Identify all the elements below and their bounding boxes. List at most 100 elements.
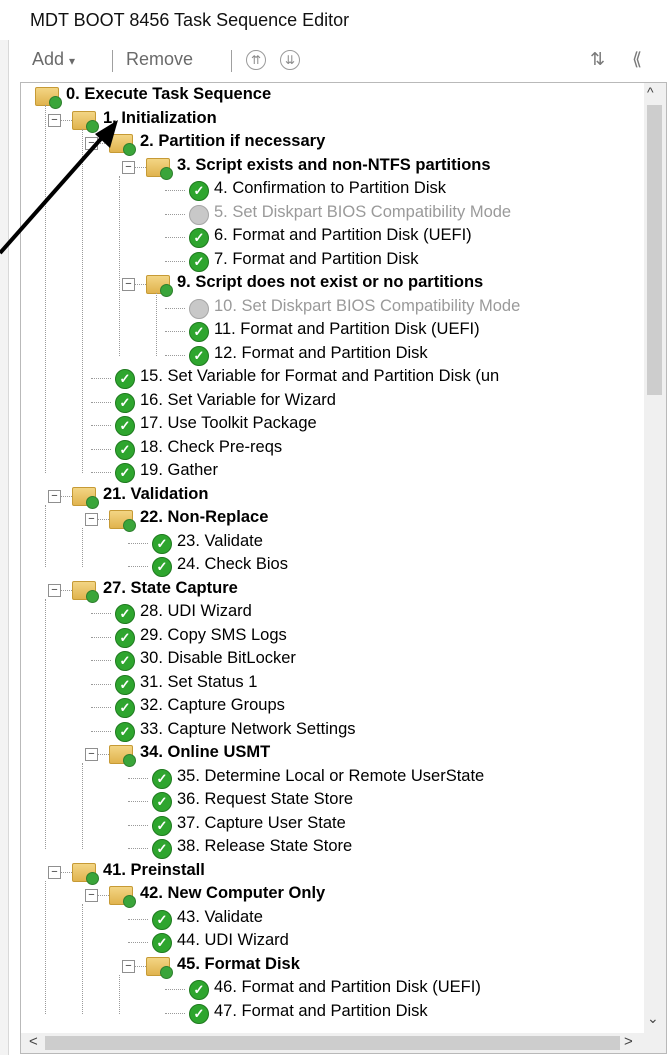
- tree-folder-item[interactable]: − 22. Non-Replace: [21, 508, 643, 532]
- collapse-toggle-icon[interactable]: −: [122, 959, 135, 973]
- tree-item-label: 5. Set Diskpart BIOS Compatibility Mode: [214, 202, 512, 221]
- tree-folder-item[interactable]: − 41. Preinstall: [21, 861, 643, 885]
- tree-item-label: 38. Release State Store: [177, 837, 353, 855]
- tree-step-item[interactable]: ✓ 31. Set Status 1: [21, 673, 643, 696]
- tree-item-label: 42. New Computer Only: [140, 884, 326, 902]
- tree-item-label: 22. Non-Replace: [140, 508, 269, 526]
- toolbar: Add ▾ Remove ⇈ ⇊ ⇅ ⟪: [20, 44, 668, 76]
- check-icon: ✓: [115, 463, 135, 483]
- toolbar-separator: [231, 50, 232, 72]
- horizontal-scroll-thumb[interactable]: [45, 1036, 620, 1050]
- tree-connector: [91, 660, 111, 661]
- tree-connector: [165, 307, 185, 309]
- tree-step-item[interactable]: ✓ 17. Use Toolkit Package: [21, 414, 643, 437]
- tree-connector: [128, 824, 148, 826]
- add-dropdown-icon: ▾: [69, 54, 76, 68]
- scroll-right-icon[interactable]: >: [624, 1033, 633, 1050]
- horizontal-scrollbar[interactable]: < >: [21, 1033, 666, 1053]
- options-icon[interactable]: ⟪: [632, 49, 642, 70]
- collapse-toggle-icon[interactable]: −: [48, 583, 61, 597]
- tree-guide-line: [82, 528, 83, 567]
- tree-item-label: 3. Script exists and non-NTFS partitions: [177, 155, 491, 174]
- tree-step-item[interactable]: ✓ 23. Validate: [21, 532, 643, 555]
- check-icon: ✓: [189, 1003, 209, 1024]
- collapse-toggle-icon[interactable]: −: [85, 889, 98, 902]
- check-icon: ✓: [115, 416, 135, 436]
- tree-connector: [91, 636, 111, 638]
- check-icon: ✓: [152, 815, 172, 836]
- tree-step-item[interactable]: ✓ 35. Determine Local or Remote UserState: [21, 767, 643, 790]
- tree-item-label: 30. Disable BitLocker: [140, 649, 296, 667]
- tree-folder-item[interactable]: − 45. Format Disk: [21, 955, 643, 979]
- move-down-button[interactable]: ⇊: [280, 50, 300, 70]
- tree-item-label: 47. Format and Partition Disk: [214, 1001, 428, 1020]
- tree-step-item[interactable]: ✓ 19. Gather: [21, 461, 643, 484]
- folder-group-icon: [146, 157, 173, 180]
- tree-step-item[interactable]: ✓ 28. UDI Wizard: [21, 602, 643, 625]
- annotation-arrow-icon: [0, 120, 118, 255]
- scroll-up-icon[interactable]: ^: [647, 84, 654, 100]
- scroll-down-icon[interactable]: ⌄: [647, 1010, 659, 1027]
- collapse-toggle-icon[interactable]: −: [48, 865, 61, 879]
- tree-item-label: 43. Validate: [177, 907, 263, 926]
- tree-step-item[interactable]: ✓ 12. Format and Partition Disk: [21, 344, 643, 367]
- tree-connector: [91, 448, 111, 450]
- tree-connector: [91, 401, 111, 403]
- tree-folder-item[interactable]: − 21. Validation: [21, 485, 643, 509]
- scroll-left-icon[interactable]: <: [29, 1033, 38, 1050]
- check-icon: ✓: [189, 322, 209, 342]
- vertical-scrollbar[interactable]: ^ ⌄: [644, 83, 666, 1033]
- tree-item-label: 33. Capture Network Settings: [140, 719, 356, 738]
- tree-connector: [128, 942, 148, 943]
- add-button-label: Add: [32, 49, 65, 69]
- move-up-button[interactable]: ⇈: [246, 50, 266, 70]
- tree-step-item[interactable]: ✓ 33. Capture Network Settings: [21, 720, 643, 743]
- tree-folder-item[interactable]: 0. Execute Task Sequence: [21, 85, 643, 109]
- tree-connector: [128, 918, 148, 920]
- tree-step-item[interactable]: ✓ 32. Capture Groups: [21, 696, 643, 719]
- tree-connector: [128, 566, 148, 567]
- tree-item-label: 10. Set Diskpart BIOS Compatibility Mode: [214, 296, 521, 315]
- tree-step-item[interactable]: ✓ 37. Capture User State: [21, 814, 643, 837]
- tree-step-item[interactable]: ✓ 43. Validate: [21, 908, 643, 931]
- tree-step-item[interactable]: ✓ 15. Set Variable for Format and Partiti…: [21, 367, 643, 390]
- tree-step-item[interactable]: ✓ 36. Request State Store: [21, 790, 643, 813]
- tree-step-item[interactable]: ✓ 29. Copy SMS Logs: [21, 626, 643, 649]
- tree-item-label: 34. Online USMT: [140, 743, 271, 761]
- add-button[interactable]: Add ▾: [32, 49, 75, 70]
- tree-step-item[interactable]: ✓ 16. Set Variable for Wizard: [21, 391, 643, 414]
- tree-connector: [165, 354, 185, 356]
- tree-step-item[interactable]: ✓ 24. Check Bios: [21, 555, 643, 578]
- remove-button[interactable]: Remove: [126, 49, 193, 70]
- tree-step-item[interactable]: ✓ 47. Format and Partition Disk: [21, 1002, 643, 1025]
- tree-connector: [91, 613, 111, 614]
- vertical-scroll-thumb[interactable]: [647, 105, 662, 395]
- tree-folder-item[interactable]: − 27. State Capture: [21, 579, 643, 603]
- toolbar-separator: [112, 50, 113, 72]
- tree-folder-item[interactable]: − 34. Online USMT: [21, 743, 643, 767]
- collapse-toggle-icon[interactable]: −: [48, 489, 61, 503]
- collapse-toggle-icon[interactable]: −: [85, 748, 98, 761]
- tree-item-label: 6. Format and Partition Disk (UEFI): [214, 226, 472, 244]
- check-icon: ✓: [115, 439, 135, 460]
- tree-folder-item[interactable]: − 9. Script does not exist or no partitio…: [21, 273, 643, 297]
- tree-step-item[interactable]: ✓ 30. Disable BitLocker: [21, 649, 643, 672]
- collapse-toggle-icon[interactable]: −: [122, 278, 135, 291]
- tree-item-label: 31. Set Status 1: [140, 672, 258, 691]
- collapse-toggle-icon[interactable]: −: [85, 513, 98, 526]
- tree-step-item[interactable]: ✓ 44. UDI Wizard: [21, 931, 643, 954]
- tree-guide-line: [45, 598, 46, 849]
- properties-icon[interactable]: ⇅: [590, 49, 605, 70]
- tree-connector: [165, 190, 185, 191]
- check-icon: ✓: [115, 392, 135, 413]
- tree-folder-item[interactable]: − 42. New Computer Only: [21, 884, 643, 908]
- tree-step-item[interactable]: ✓ 46. Format and Partition Disk (UEFI): [21, 978, 643, 1001]
- tree-item-label: 29. Copy SMS Logs: [140, 625, 287, 644]
- tree-item-label: 46. Format and Partition Disk (UEFI): [214, 978, 481, 996]
- tree-step-item[interactable]: 10. Set Diskpart BIOS Compatibility Mode: [21, 297, 643, 320]
- tree-step-item[interactable]: ✓ 11. Format and Partition Disk (UEFI): [21, 320, 643, 343]
- tree-item-label: 23. Validate: [177, 531, 263, 550]
- window-title: MDT BOOT 8456 Task Sequence Editor: [30, 10, 350, 30]
- tree-step-item[interactable]: ✓ 18. Check Pre-reqs: [21, 438, 643, 461]
- tree-step-item[interactable]: ✓ 38. Release State Store: [21, 837, 643, 860]
